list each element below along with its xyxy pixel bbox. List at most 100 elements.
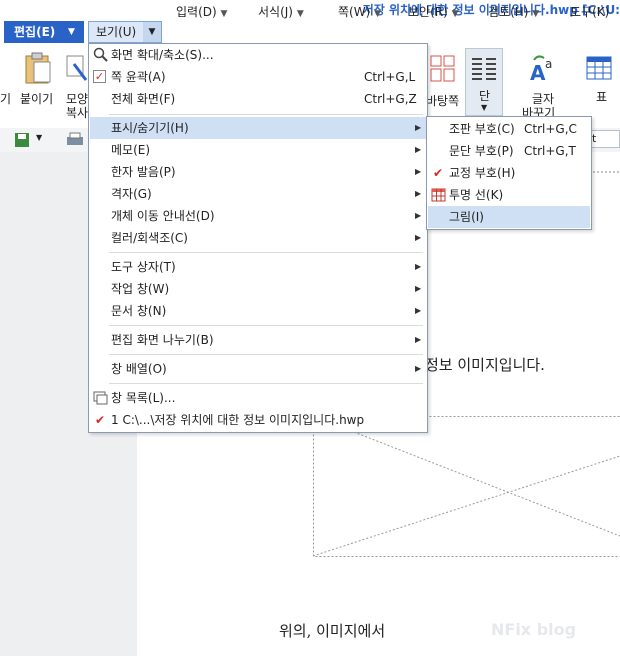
column-button[interactable]: 단 ▼ [465,48,503,116]
menu-item-label: 컬러/회색조(C) [111,231,188,245]
text-replace-icon: A a [530,55,552,84]
paste-button[interactable]: 붙이기 [20,48,56,116]
menu-item-label: 창 목록(L)... [111,391,176,405]
menu-item-recent-file[interactable]: ✔ 1 C:\...\저장 위치에 대한 정보 이미지입니다.hwp [90,409,426,431]
paste-label: 붙이기 [20,92,54,106]
chevron-down-icon[interactable]: ▼ [68,21,75,43]
menu-page-label: 쪽(W) [338,5,371,19]
menu-item-zoom[interactable]: 화면 확대/축소(S)... [90,44,426,66]
chevron-down-icon[interactable]: ▼ [481,103,487,112]
menu-item-show-hide[interactable]: 표시/숨기기(H) ▶ [90,117,426,139]
menu-item-label: 쪽 윤곽(A) [111,70,166,84]
table-button[interactable]: 표 [582,48,620,116]
submenu-item-picture[interactable]: 그림(I) [428,206,590,228]
menu-view-label: 보기(U) [96,25,137,39]
menu-item-label: 전체 화면(F) [111,92,176,106]
menu-item-color[interactable]: 컬러/회색조(C) ▶ [90,227,426,249]
submenu-item-shortcut: Ctrl+G,C [524,122,577,136]
checkmark-icon: ✔ [95,413,106,427]
chevron-down-icon[interactable]: ▼ [143,22,161,42]
print-icon[interactable] [66,132,84,148]
menu-item-label: 창 배열(O) [111,362,167,376]
menu-review-label: 검토(H) [488,5,529,19]
background-page-button[interactable]: 바탕쪽 [426,48,464,116]
submenu-item-label: 투명 선(K) [449,188,504,202]
chevron-right-icon: ▶ [415,335,422,344]
menu-format[interactable]: 서식(J) ▼ [252,2,310,22]
submenu-item-paragraph-marks[interactable]: 문단 부호(P) Ctrl+G,T [428,140,590,162]
clipboard-icon [25,52,51,84]
columns-icon [472,58,496,80]
menu-item-arrange[interactable]: 창 배열(O) ▶ [90,358,426,380]
submenu-item-transparent-lines[interactable]: 투명 선(K) [428,184,590,206]
chevron-right-icon: ▶ [415,189,422,198]
menu-separator [109,325,423,326]
grid-icon [431,188,446,202]
chevron-right-icon: ▶ [415,284,422,293]
chevron-down-icon[interactable]: ▼ [452,9,459,19]
table-label: 표 [596,90,608,104]
menu-item-grid[interactable]: 격자(G) ▶ [90,183,426,205]
chevron-down-icon[interactable]: ▼ [374,9,381,19]
menu-item-toolbox[interactable]: 도구 상자(T) ▶ [90,256,426,278]
chevron-down-icon[interactable]: ▼ [221,9,228,19]
menu-page[interactable]: 쪽(W) ▼ [332,2,387,22]
char-change-button[interactable]: A a 글자 바꾸기 [518,48,568,120]
chevron-right-icon: ▶ [415,167,422,176]
menu-input-label: 입력(D) [176,5,217,19]
watermark: NFix blog [491,620,577,639]
menu-item-label: 1 C:\...\저장 위치에 대한 정보 이미지입니다.hwp [111,413,365,427]
menu-input[interactable]: 입력(D) ▼ [170,2,233,22]
menu-item-guides[interactable]: 개체 이동 안내선(D) ▶ [90,205,426,227]
menu-item-shortcut: Ctrl+G,Z [364,92,417,106]
menu-item-label: 개체 이동 안내선(D) [111,209,215,223]
menu-item-label: 문서 창(N) [111,304,167,318]
menu-edit[interactable]: 편집(E) ▼ [4,21,84,43]
menu-separator [109,354,423,355]
submenu-item-control-codes[interactable]: 조판 부호(C) Ctrl+G,C [428,118,590,140]
menu-item-memo[interactable]: 메모(E) ▶ [90,139,426,161]
table-icon [586,56,612,80]
show-hide-submenu: 조판 부호(C) Ctrl+G,C 문단 부호(P) Ctrl+G,T ✔ 교정… [426,116,592,230]
submenu-item-label: 교정 부호(H) [449,166,516,180]
save-icon[interactable] [14,132,30,148]
menu-security-label: 보안(R) [408,5,448,19]
menu-item-doc-window[interactable]: 문서 창(N) ▶ [90,300,426,322]
menu-edit-label: 편집(E) [14,25,56,39]
background-page-icon [430,55,455,82]
menu-separator [109,383,423,384]
chevron-right-icon: ▶ [415,211,422,220]
menu-tools[interactable]: 도구(K) [564,2,615,22]
column-label: 단 [479,89,491,103]
menu-item-label: 메모(E) [111,143,151,157]
ribbon-cut-label: 기 [0,92,12,106]
menu-item-fullscreen[interactable]: 전체 화면(F) Ctrl+G,Z [90,88,426,110]
chevron-down-icon[interactable]: ▼ [297,9,304,19]
menu-item-label: 화면 확대/축소(S)... [111,48,214,62]
menu-item-page-outline[interactable]: ✓ 쪽 윤곽(A) Ctrl+G,L [90,66,426,88]
submenu-item-label: 그림(I) [449,210,484,224]
image-placeholder-frame[interactable] [313,416,620,558]
menu-item-label: 편집 화면 나누기(B) [111,333,214,347]
chevron-right-icon: ▶ [415,364,422,373]
menu-item-window-list[interactable]: 창 목록(L)... [90,387,426,409]
chevron-down-icon[interactable]: ▼ [36,133,42,142]
menu-item-task-pane[interactable]: 작업 창(W) ▶ [90,278,426,300]
menu-item-split-view[interactable]: 편집 화면 나누기(B) ▶ [90,329,426,351]
menu-view[interactable]: 보기(U) ▼ [88,21,162,43]
submenu-item-proofread-marks[interactable]: ✔ 교정 부호(H) [428,162,590,184]
menu-security[interactable]: 보안(R) ▼ [402,2,465,22]
menu-format-label: 서식(J) [258,5,293,19]
shape-copy-button[interactable]: 모양 복사 [62,48,90,120]
document-text-line1: 정보 이미지입니다. [425,356,545,374]
menu-item-hanja[interactable]: 한자 발음(P) ▶ [90,161,426,183]
menu-tools-label: 도구(K) [570,5,610,19]
brush-icon [66,55,88,81]
menu-item-shortcut: Ctrl+G,L [364,70,416,84]
chevron-right-icon: ▶ [415,306,422,315]
chevron-down-icon[interactable]: ▼ [532,9,539,19]
menu-item-label: 격자(G) [111,187,152,201]
background-page-label: 바탕쪽 [426,94,460,108]
menu-review[interactable]: 검토(H) ▼ [482,2,545,22]
menu-separator [109,114,423,115]
